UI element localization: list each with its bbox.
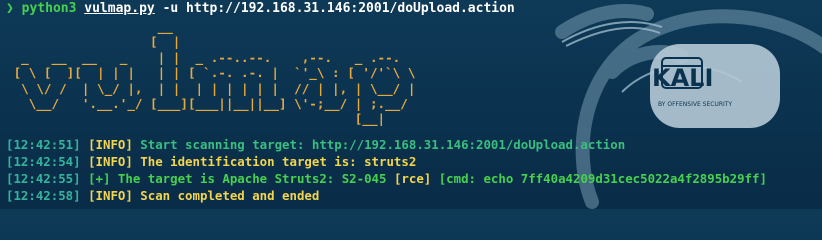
log-cmd-output: [cmd: echo 7ff40a4209d31cec5022a4f2895b2…	[431, 171, 767, 186]
log-timestamp: [12:42:58]	[6, 188, 81, 203]
command-arguments: -u http://192.168.31.146:2001/doUpload.a…	[162, 1, 515, 16]
log-timestamp: [12:42:55]	[6, 171, 81, 186]
prompt-arrow-icon: ❯	[6, 1, 14, 16]
log-tag: [INFO]	[88, 154, 133, 169]
script-name: vulmap.py	[84, 1, 155, 16]
log-tag: [+]	[88, 171, 111, 186]
log-line: [12:42:51] [INFO] Start scanning target:…	[6, 136, 767, 153]
log-line: [12:42:55] [+] The target is Apache Stru…	[6, 170, 767, 187]
program-name: python3	[21, 1, 77, 16]
log-timestamp: [12:42:51]	[6, 137, 81, 152]
log-message: The target is Apache Struts2: S2-045	[110, 171, 387, 186]
log-message: Start scanning target: http://192.168.31…	[132, 137, 626, 152]
log-message: The identification target is: struts2	[132, 154, 417, 169]
scan-log: [12:42:51] [INFO] Start scanning target:…	[6, 136, 767, 204]
log-rce-badge: [rce]	[386, 171, 432, 186]
log-line: [12:42:54] [INFO] The identification tar…	[6, 153, 767, 170]
vulmap-ascii-banner: __ [ | _ __ __ _ | | _ .--..--. ,--. _ .…	[13, 19, 416, 127]
log-tag: [INFO]	[88, 137, 133, 152]
log-message: Scan completed and ended	[132, 188, 320, 203]
log-line: [12:42:58] [INFO] Scan completed and end…	[6, 187, 767, 204]
command-line: ❯ python3 vulmap.py -u http://192.168.31…	[6, 1, 515, 17]
log-timestamp: [12:42:54]	[6, 154, 81, 169]
terminal-window[interactable]: ❯ python3 vulmap.py -u http://192.168.31…	[0, 0, 822, 209]
log-tag: [INFO]	[88, 188, 133, 203]
